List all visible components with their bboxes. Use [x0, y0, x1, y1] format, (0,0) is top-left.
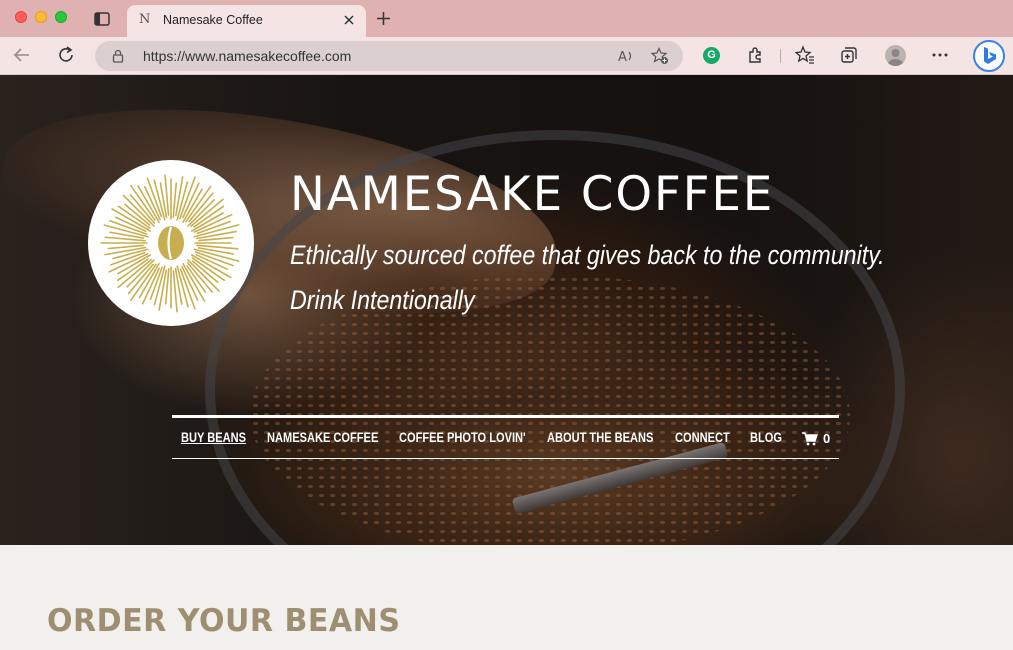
nav-about-the-beans[interactable]: ABOUT THE BEANS [547, 430, 653, 445]
lock-icon[interactable] [111, 49, 125, 63]
svg-text:A: A [618, 50, 627, 65]
sunburst-bean-icon [100, 174, 240, 313]
nav-blog[interactable]: BLOG [750, 430, 782, 445]
main-nav: BUY BEANS NAMESAKE COFFEE COFFEE PHOTO L… [172, 415, 839, 459]
back-icon[interactable] [12, 45, 32, 65]
read-aloud-icon[interactable]: A [617, 47, 635, 65]
extensions-icon[interactable] [746, 45, 766, 65]
bing-icon[interactable] [973, 40, 1005, 72]
address-bar[interactable]: https://www.namesakecoffee.com A [95, 41, 683, 71]
browser-tab-bar: N Namesake Coffee [0, 0, 1013, 37]
minimize-window-button[interactable] [35, 11, 47, 23]
nav-buy-beans[interactable]: BUY BEANS [181, 430, 246, 445]
toolbar-divider [780, 49, 781, 63]
close-tab-icon[interactable] [342, 13, 356, 27]
favorites-icon[interactable] [795, 45, 815, 65]
tab-actions-icon[interactable] [93, 10, 111, 28]
profile-icon[interactable] [885, 45, 906, 66]
zoom-window-button[interactable] [55, 11, 67, 23]
tagline-secondary: Drink Intentionally [290, 285, 475, 315]
nav-coffee-photo-lovin[interactable]: COFFEE PHOTO LOVIN' [399, 430, 526, 445]
more-icon[interactable] [930, 45, 950, 65]
new-tab-icon[interactable] [375, 10, 392, 27]
browser-toolbar: https://www.namesakecoffee.com A G [0, 37, 1013, 75]
cart-icon [802, 431, 818, 445]
reload-icon[interactable] [56, 45, 76, 65]
hero-banner: NAMESAKE COFFEE Ethically sourced coffee… [0, 75, 1013, 545]
cart-button[interactable]: 0 [802, 431, 830, 446]
close-window-button[interactable] [15, 11, 27, 23]
site-title: NAMESAKE COFFEE [290, 167, 775, 222]
tab-favicon-icon: N [139, 12, 151, 27]
cart-count: 0 [823, 431, 831, 446]
nav-connect[interactable]: CONNECT [675, 430, 730, 445]
tab-title: Namesake Coffee [163, 13, 263, 27]
url-text[interactable]: https://www.namesakecoffee.com [143, 48, 351, 64]
section-title: ORDER YOUR BEANS [47, 603, 401, 639]
collections-icon[interactable] [839, 45, 859, 65]
active-tab[interactable]: N Namesake Coffee [127, 5, 366, 37]
tagline: Ethically sourced coffee that gives back… [290, 240, 885, 270]
add-favorite-icon[interactable] [651, 47, 669, 65]
namesake-logo[interactable] [88, 160, 254, 326]
grammarly-icon[interactable]: G [703, 47, 720, 64]
nav-namesake-coffee[interactable]: NAMESAKE COFFEE [267, 430, 378, 445]
